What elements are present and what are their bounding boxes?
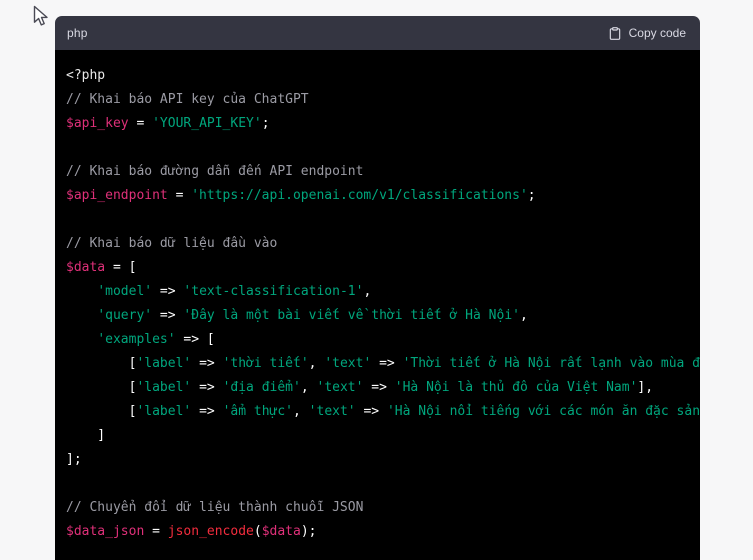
code-line: $api_key = 'YOUR_API_KEY'; <box>66 116 270 131</box>
code-line: // Khai báo đường dẫn đến API endpoint <box>66 164 364 179</box>
code-line: <?php <box>66 68 106 83</box>
code-line: 'examples' => [ <box>97 332 215 347</box>
code-line: // Chuyển đổi dữ liệu thành chuỗi JSON <box>66 500 364 515</box>
code-line: $data_json = json_encode($data); <box>66 524 317 539</box>
code-line: 'query' => 'Đây là một bài viết về thời … <box>97 308 528 323</box>
code-block-header: php Copy code <box>55 16 700 50</box>
code-line: 'model' => 'text-classification-1', <box>97 284 372 299</box>
code-line: ]; <box>66 452 82 467</box>
code-language-label: php <box>67 26 88 40</box>
code-line: $api_endpoint = 'https://api.openai.com/… <box>66 188 536 203</box>
code-line: // Khai báo dữ liệu đầu vào <box>66 236 278 251</box>
clipboard-icon <box>608 26 622 41</box>
code-line: ['label' => 'ẩm thực', 'text' => 'Hà Nội… <box>66 404 700 419</box>
code-line: // Khai báo API key của ChatGPT <box>66 92 309 107</box>
copy-code-label: Copy code <box>628 26 686 40</box>
code-line: $data = [ <box>66 260 137 275</box>
code-line: ['label' => 'địa điểm', 'text' => 'Hà Nộ… <box>66 380 654 395</box>
code-content: <?php // Khai báo API key của ChatGPT $api… <box>66 64 700 544</box>
code-block: php Copy code <?php // Khai báo API key c… <box>55 16 700 560</box>
mouse-cursor-icon <box>33 5 48 26</box>
code-body: <?php // Khai báo API key của ChatGPT $api… <box>55 50 700 560</box>
code-line: ['label' => 'thời tiết', 'text' => 'Thời… <box>66 356 700 371</box>
copy-code-button[interactable]: Copy code <box>608 26 686 41</box>
code-line: ] <box>66 428 106 443</box>
